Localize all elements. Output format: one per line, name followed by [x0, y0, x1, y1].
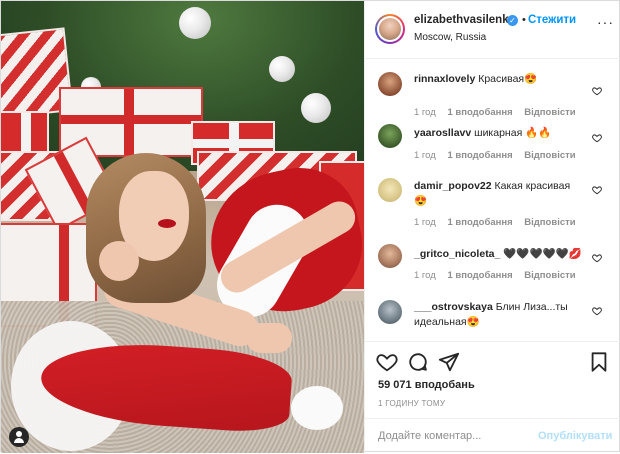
heart-icon[interactable] — [376, 351, 398, 373]
commenter-avatar[interactable] — [378, 244, 402, 268]
commenter-username[interactable]: ___ostrovskaya — [414, 301, 493, 313]
post-header: elizabethvasilenko ✓ • Стежити Moscow, R… — [365, 1, 620, 59]
post-timestamp[interactable]: 1 ГОДИНУ ТОМУ — [378, 399, 445, 408]
heart-icon[interactable] — [592, 133, 602, 143]
gift-ribbon — [193, 139, 273, 148]
user-tag-icon-body — [14, 438, 24, 443]
comment-time[interactable]: 1 год — [414, 270, 436, 281]
comment-time[interactable]: 1 год — [414, 150, 436, 161]
comment-text: ___ostrovskaya Блин Лиза...ты идеальная😍 — [414, 300, 584, 330]
comment-likes[interactable]: 1 вподобання — [447, 217, 512, 228]
commenter-username[interactable]: damir_popov22 — [414, 180, 492, 192]
comment-meta: 1 год 1 вподобання Відповісти — [414, 270, 585, 281]
heart-icon[interactable] — [592, 86, 602, 96]
hand — [99, 241, 139, 281]
post-photo[interactable] — [1, 1, 364, 453]
post-location[interactable]: Moscow, Russia — [414, 32, 486, 43]
avatar-photo — [379, 18, 401, 40]
comments-list: rinnaxlovely Красивая😍 1 год 1 вподобанн… — [365, 60, 620, 340]
ornament — [301, 93, 331, 123]
header-separator: • — [522, 14, 526, 26]
commenter-avatar[interactable] — [378, 72, 402, 96]
user-tag-icon[interactable] — [9, 427, 29, 447]
comment-text: damir_popov22 Какая красивая 😍 — [414, 179, 584, 209]
heart-icon[interactable] — [592, 185, 602, 195]
gift-ribbon — [61, 115, 201, 125]
ornament — [269, 56, 295, 82]
heart-icon[interactable] — [592, 306, 602, 316]
verified-badge-icon: ✓ — [507, 15, 518, 26]
share-icon[interactable] — [438, 351, 460, 373]
commenter-avatar[interactable] — [378, 300, 402, 324]
comment-meta: 1 год 1 вподобання Відповісти — [414, 217, 585, 228]
comment-body: шикарная 🔥🔥 — [474, 127, 552, 139]
comment-time[interactable]: 1 год — [414, 107, 436, 118]
red-lips — [158, 219, 176, 228]
commenter-username[interactable]: yaarosllavv — [414, 127, 471, 139]
comment-meta: 1 год 1 вподобання Відповісти — [414, 150, 585, 161]
comment-icon[interactable] — [407, 351, 429, 373]
reply-button[interactable]: Відповісти — [524, 150, 575, 161]
comment-body: 🖤🖤🖤🖤🖤💋 — [503, 248, 582, 260]
comment-text: _gritco_nicoleta_ 🖤🖤🖤🖤🖤💋 — [414, 247, 584, 262]
instagram-post: elizabethvasilenko ✓ • Стежити Moscow, R… — [0, 0, 620, 453]
comment-likes[interactable]: 1 вподобання — [447, 270, 512, 281]
add-comment-input[interactable] — [378, 430, 528, 442]
post-actions: 59 071 вподобань 1 ГОДИНУ ТОМУ Опублікув… — [365, 341, 620, 453]
post-side-panel: elizabethvasilenko ✓ • Стежити Moscow, R… — [364, 1, 620, 453]
ornament — [179, 7, 211, 39]
comment-body: Красивая😍 — [478, 73, 538, 85]
follow-button[interactable]: Стежити — [528, 14, 576, 26]
reply-button[interactable]: Відповісти — [524, 270, 575, 281]
bookmark-icon[interactable] — [588, 351, 610, 373]
comment-likes[interactable]: 1 вподобання — [447, 150, 512, 161]
author-avatar[interactable] — [375, 14, 405, 44]
comment-meta: 1 год 1 вподобання Відповісти — [414, 107, 585, 118]
comment-text: rinnaxlovely Красивая😍 — [414, 72, 584, 87]
commenter-username[interactable]: rinnaxlovely — [414, 73, 475, 85]
hand — [246, 323, 292, 353]
commenter-username[interactable]: _gritco_nicoleta_ — [414, 248, 500, 260]
comment-likes[interactable]: 1 вподобання — [447, 107, 512, 118]
commenter-avatar[interactable] — [378, 124, 402, 148]
publish-button[interactable]: Опублікувати — [538, 430, 612, 442]
reply-button[interactable]: Відповісти — [524, 217, 575, 228]
reply-button[interactable]: Відповісти — [524, 107, 575, 118]
user-tag-icon-head — [16, 431, 22, 437]
add-comment-row: Опублікувати — [365, 418, 620, 454]
commenter-avatar[interactable] — [378, 178, 402, 202]
more-options-icon[interactable]: ··· — [597, 14, 614, 30]
santa-hat-pompom — [291, 386, 343, 430]
likes-count[interactable]: 59 071 вподобань — [378, 379, 475, 391]
heart-icon[interactable] — [592, 253, 602, 263]
comment-time[interactable]: 1 год — [414, 217, 436, 228]
comment-text: yaarosllavv шикарная 🔥🔥 — [414, 126, 584, 141]
author-username[interactable]: elizabethvasilenko — [414, 14, 516, 26]
